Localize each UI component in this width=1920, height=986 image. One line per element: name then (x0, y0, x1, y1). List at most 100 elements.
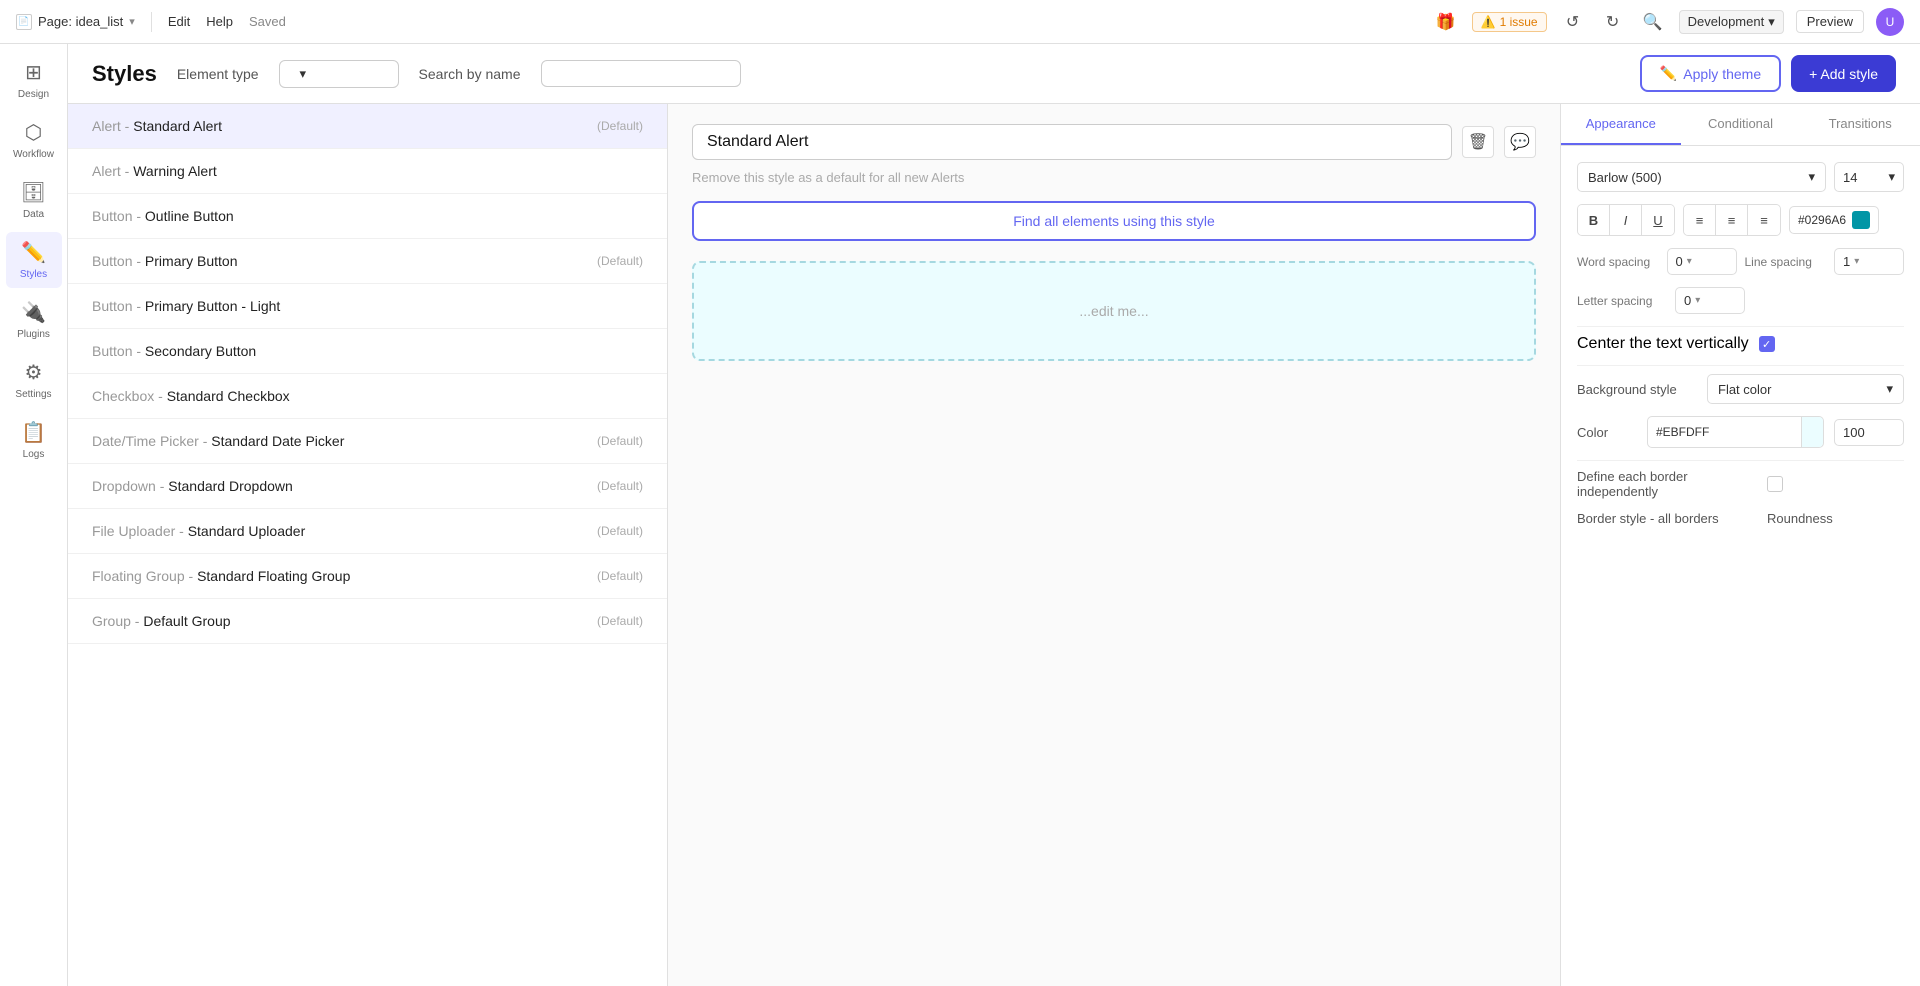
style-name-row: 🗑 💬 (692, 124, 1536, 160)
border-row: Define each border independently (1577, 469, 1904, 499)
style-row[interactable]: Button - Secondary Button (68, 329, 667, 374)
text-color-value: #0296A6 (1798, 213, 1846, 227)
font-family-value: Barlow (500) (1588, 170, 1662, 185)
word-spacing-input[interactable]: 0 ▾ (1667, 248, 1737, 275)
border-checkbox[interactable] (1767, 476, 1783, 492)
sidebar-item-design[interactable]: ⊞ Design (6, 52, 62, 108)
nav-help[interactable]: Help (206, 14, 233, 29)
letter-spacing-label: Letter spacing (1577, 294, 1667, 308)
delete-icon[interactable]: 🗑 (1462, 126, 1494, 158)
center-text-checkbox[interactable]: ✓ (1759, 336, 1775, 352)
sidebar-item-workflow[interactable]: ⬡ Workflow (6, 112, 62, 168)
bold-button[interactable]: B (1578, 205, 1610, 235)
color-row: Color #EBFDFF 100 (1577, 416, 1904, 448)
style-row[interactable]: Button - Primary Button - Light (68, 284, 667, 329)
comment-icon[interactable]: 💬 (1504, 126, 1536, 158)
page-chevron-icon[interactable]: ▾ (129, 15, 135, 28)
gift-icon[interactable]: 🎁 (1432, 8, 1460, 36)
tab-conditional[interactable]: Conditional (1681, 104, 1801, 145)
style-row[interactable]: Floating Group - Standard Floating Group… (68, 554, 667, 599)
italic-button[interactable]: I (1610, 205, 1642, 235)
style-row-text: Button - Secondary Button (92, 343, 256, 359)
issue-badge[interactable]: ⚠️ 1 issue (1472, 12, 1547, 32)
text-align-group: ≡ ≡ ≡ (1683, 204, 1781, 236)
opacity-input[interactable]: 100 (1834, 419, 1904, 446)
style-row[interactable]: Button - Primary Button (Default) (68, 239, 667, 284)
panels: Alert - Standard Alert (Default) Alert -… (68, 104, 1920, 986)
style-row-text: Checkbox - Standard Checkbox (92, 388, 290, 404)
bg-style-value: Flat color (1718, 382, 1771, 397)
issue-label: 1 issue (1500, 15, 1538, 29)
text-format-group: B I U (1577, 204, 1675, 236)
font-family-select[interactable]: Barlow (500) ▾ (1577, 162, 1826, 192)
text-color-box (1852, 211, 1870, 229)
sidebar-item-logs[interactable]: 📋 Logs (6, 412, 62, 468)
style-row[interactable]: Group - Default Group (Default) (68, 599, 667, 644)
font-size-select[interactable]: 14 ▾ (1834, 162, 1904, 192)
align-right-button[interactable]: ≡ (1748, 205, 1780, 235)
format-row: B I U ≡ ≡ ≡ #0296A6 (1577, 204, 1904, 236)
sidebar-item-data[interactable]: 🗄 Data (6, 172, 62, 228)
element-type-select[interactable]: ▾ (279, 60, 399, 88)
line-spacing-chevron-icon: ▾ (1854, 256, 1859, 267)
sidebar-item-settings[interactable]: ⚙ Settings (6, 352, 62, 408)
divider (1577, 326, 1904, 327)
redo-icon[interactable]: ↻ (1599, 8, 1627, 36)
left-sidebar: ⊞ Design ⬡ Workflow 🗄 Data ✏️ Styles 🔌 P… (0, 44, 68, 986)
element-type-chevron-icon: ▾ (300, 66, 307, 82)
search-icon[interactable]: 🔍 (1639, 8, 1667, 36)
style-row-text: Floating Group - Standard Floating Group (92, 568, 350, 584)
nav-edit[interactable]: Edit (168, 14, 190, 29)
search-input[interactable] (541, 60, 741, 87)
align-left-button[interactable]: ≡ (1684, 205, 1716, 235)
spacing-row: Word spacing 0 ▾ Line spacing 1 ▾ (1577, 248, 1904, 275)
text-color-swatch[interactable]: #0296A6 (1789, 206, 1879, 234)
content-area: Styles Element type ▾ Search by name ✏️ … (68, 44, 1920, 986)
style-row-text: Group - Default Group (92, 613, 231, 629)
style-row[interactable]: Date/Time Picker - Standard Date Picker … (68, 419, 667, 464)
styles-header: Styles Element type ▾ Search by name ✏️ … (68, 44, 1920, 104)
style-row[interactable]: Alert - Warning Alert (68, 149, 667, 194)
style-row-text: Button - Outline Button (92, 208, 234, 224)
color-hex-value: #EBFDFF (1648, 419, 1801, 445)
properties-panel: Appearance Conditional Transitions Barlo… (1560, 104, 1920, 986)
find-elements-button[interactable]: Find all elements using this style (692, 201, 1536, 241)
environment-select[interactable]: Development ▾ (1679, 10, 1784, 34)
style-preview[interactable]: ...edit me... (692, 261, 1536, 361)
add-style-button[interactable]: + Add style (1791, 55, 1896, 92)
style-row[interactable]: Dropdown - Standard Dropdown (Default) (68, 464, 667, 509)
props-body: Barlow (500) ▾ 14 ▾ B I U (1561, 146, 1920, 554)
line-spacing-input[interactable]: 1 ▾ (1834, 248, 1904, 275)
styles-icon: ✏️ (21, 240, 46, 265)
letter-spacing-input[interactable]: 0 ▾ (1675, 287, 1745, 314)
apply-theme-button[interactable]: ✏️ Apply theme (1640, 55, 1781, 92)
bg-style-select[interactable]: Flat color ▾ (1707, 374, 1904, 404)
style-row-text: Date/Time Picker - Standard Date Picker (92, 433, 344, 449)
style-row[interactable]: Alert - Standard Alert (Default) (68, 104, 667, 149)
preview-button[interactable]: Preview (1796, 10, 1864, 33)
avatar[interactable]: U (1876, 8, 1904, 36)
bg-style-label: Background style (1577, 382, 1697, 397)
style-row[interactable]: File Uploader - Standard Uploader (Defau… (68, 509, 667, 554)
tab-transitions[interactable]: Transitions (1800, 104, 1920, 145)
add-style-label: + Add style (1809, 66, 1878, 82)
sidebar-item-plugins[interactable]: 🔌 Plugins (6, 292, 62, 348)
border-style-label: Border style - all borders (1577, 511, 1757, 526)
font-row: Barlow (500) ▾ 14 ▾ (1577, 162, 1904, 192)
remove-default-text: Remove this style as a default for all n… (692, 170, 1536, 185)
page-indicator[interactable]: 📄 Page: idea_list ▾ (16, 14, 135, 30)
color-input-group[interactable]: #EBFDFF (1647, 416, 1824, 448)
topbar: 📄 Page: idea_list ▾ Edit Help Saved 🎁 ⚠️… (0, 0, 1920, 44)
style-row[interactable]: Button - Outline Button (68, 194, 667, 239)
underline-button[interactable]: U (1642, 205, 1674, 235)
sidebar-item-styles[interactable]: ✏️ Styles (6, 232, 62, 288)
style-name-input[interactable] (692, 124, 1452, 160)
tab-appearance[interactable]: Appearance (1561, 104, 1681, 145)
undo-icon[interactable]: ↺ (1559, 8, 1587, 36)
align-center-button[interactable]: ≡ (1716, 205, 1748, 235)
style-row[interactable]: Checkbox - Standard Checkbox (68, 374, 667, 419)
saved-indicator: Saved (249, 14, 286, 29)
data-icon: 🗄 (21, 180, 46, 205)
center-text-row: Center the text vertically ✓ (1577, 335, 1904, 353)
find-elements-label: Find all elements using this style (1013, 213, 1215, 229)
